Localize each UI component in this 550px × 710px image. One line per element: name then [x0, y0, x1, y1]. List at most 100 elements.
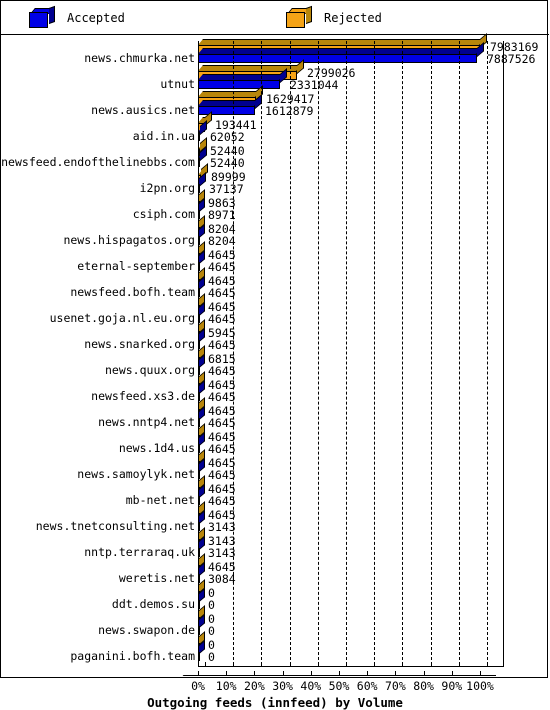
bar-front-face [198, 184, 200, 193]
category-label: i2pn.org [139, 181, 195, 195]
x-axis-tick [226, 671, 228, 676]
category-label: news.ausics.net [91, 103, 195, 117]
category-label: aid.in.ua [132, 129, 195, 143]
bar-row: news.samoylyk.net 4645 4645 [1, 449, 549, 483]
bar-row: news.ausics.net 1629417 1612879 [1, 85, 549, 119]
value-label-accepted: 4645 [208, 364, 236, 378]
value-label-accepted: 4645 [208, 286, 236, 300]
value-label-accepted: 0 [208, 650, 215, 664]
bar-front-face [198, 470, 200, 479]
category-label: eternal-september [77, 259, 195, 273]
bar-row: news.swapon.de 0 0 [1, 605, 549, 639]
bar-front-face [198, 106, 255, 115]
category-label: news.tnetconsulting.net [35, 519, 195, 533]
category-label: news.chmurka.net [84, 51, 195, 65]
value-label-accepted: 3143 [208, 546, 236, 560]
value-label-accepted: 1612879 [265, 104, 314, 118]
x-axis-title: Outgoing feeds (innfeed) by Volume [147, 695, 403, 710]
bar-row: csiph.com 9863 8971 [1, 189, 549, 223]
axis-foot-connector [182, 666, 200, 676]
bar-row: news.tnetconsulting.net 4645 3143 [1, 501, 549, 535]
bar-front-face [198, 236, 200, 245]
value-label-accepted: 62052 [210, 130, 245, 144]
value-label-accepted: 4645 [208, 260, 236, 274]
x-axis-tick [423, 671, 425, 676]
bar-row: news.1d4.us 4645 4645 [1, 423, 549, 457]
category-label: newsfeed.bofh.team [70, 285, 195, 299]
bar-row: weretis.net 4645 3084 [1, 553, 549, 587]
category-label: news.1d4.us [118, 441, 195, 455]
category-label: weretis.net [118, 571, 195, 585]
x-axis-tick [367, 671, 369, 676]
bar-front-face [198, 392, 200, 401]
x-axis-tick [395, 671, 397, 676]
bar-row: news.nntp4.net 4645 4645 [1, 397, 549, 431]
category-label: csiph.com [132, 207, 195, 221]
category-label: mb-net.net [125, 493, 195, 507]
bar-row: utnut 2799026 2331044 [1, 59, 549, 93]
value-label-accepted: 7887526 [487, 52, 536, 66]
bar-row: ddt.demos.su 0 0 [1, 579, 549, 613]
chart-legend: Accepted Rejected [1, 1, 549, 35]
value-label-accepted: 4645 [208, 416, 236, 430]
bar-row: newsfeed.bofh.team 4645 4645 [1, 267, 549, 301]
category-label: nntp.terraraq.uk [84, 545, 195, 559]
x-axis-tick [339, 671, 340, 676]
x-tick-label: 100% [466, 679, 494, 693]
legend-label-accepted: Accepted [67, 11, 125, 25]
bar-front-face [198, 314, 200, 323]
value-label-accepted: 8971 [208, 208, 236, 222]
bar-row: news.quux.org 6815 4645 [1, 345, 549, 379]
cube-icon-rejected [286, 5, 312, 29]
bar-row: paganini.bofh.team 0 0 [1, 631, 549, 665]
bar-row: i2pn.org 89999 37137 [1, 163, 549, 197]
bar-front-face [198, 158, 200, 167]
bar-row: newsfeed.endofthelinebbs.com 52440 52440 [1, 137, 549, 171]
bar-front-face [198, 132, 200, 141]
category-label: paganini.bofh.team [70, 649, 195, 663]
bar-front-face [198, 80, 280, 89]
value-label-accepted: 0 [208, 624, 215, 638]
value-label-accepted: 2331044 [290, 78, 339, 92]
bar-front-face [198, 574, 200, 583]
value-label-accepted: 4645 [208, 390, 236, 404]
bar-front-face [198, 418, 200, 427]
bar-front-face [198, 626, 200, 635]
value-label-accepted: 0 [208, 598, 215, 612]
bar-row: news.chmurka.net 7983169 7887526 [1, 33, 549, 67]
category-label: ddt.demos.su [111, 597, 195, 611]
value-label-accepted: 4645 [208, 338, 236, 352]
x-axis-line [198, 666, 503, 667]
value-label-accepted: 3084 [208, 572, 236, 586]
value-label-accepted: 4645 [208, 312, 236, 326]
category-label: news.nntp4.net [98, 415, 195, 429]
chart-plot-area: news.chmurka.net 7983169 7887526 utnut 27990… [1, 33, 549, 710]
bar-front-face [198, 600, 200, 609]
bar-row: mb-net.net 4645 4645 [1, 475, 549, 509]
bar-front-face [198, 366, 200, 375]
bar-row: news.snarked.org 5945 4645 [1, 319, 549, 353]
x-axis-tick [480, 671, 481, 676]
bar-front-face [198, 262, 200, 271]
bar-front-face [198, 288, 200, 297]
bar-front-face [198, 54, 477, 63]
value-label-accepted: 8204 [208, 234, 236, 248]
value-label-accepted: 52440 [210, 156, 245, 170]
bar-front-face [198, 210, 200, 219]
x-axis-tick [282, 671, 284, 676]
category-label: news.quux.org [104, 363, 195, 377]
bar-row: newsfeed.xs3.de 4645 4645 [1, 371, 549, 405]
x-axis-baseline [191, 675, 496, 676]
value-label-accepted: 4645 [208, 468, 236, 482]
bar-front-face [198, 652, 200, 661]
bar-front-face [198, 522, 200, 531]
category-label: usenet.goja.nl.eu.org [49, 311, 195, 325]
category-label: news.hispagatos.org [63, 233, 195, 247]
value-label-accepted: 4645 [208, 442, 236, 456]
bar-front-face [198, 496, 200, 505]
category-label: newsfeed.endofthelinebbs.com [1, 155, 195, 169]
x-axis-tick [451, 671, 453, 676]
bar-row: aid.in.ua 193441 62052 [1, 111, 549, 145]
legend-item-accepted: Accepted [29, 5, 125, 29]
value-label-accepted: 3143 [208, 520, 236, 534]
